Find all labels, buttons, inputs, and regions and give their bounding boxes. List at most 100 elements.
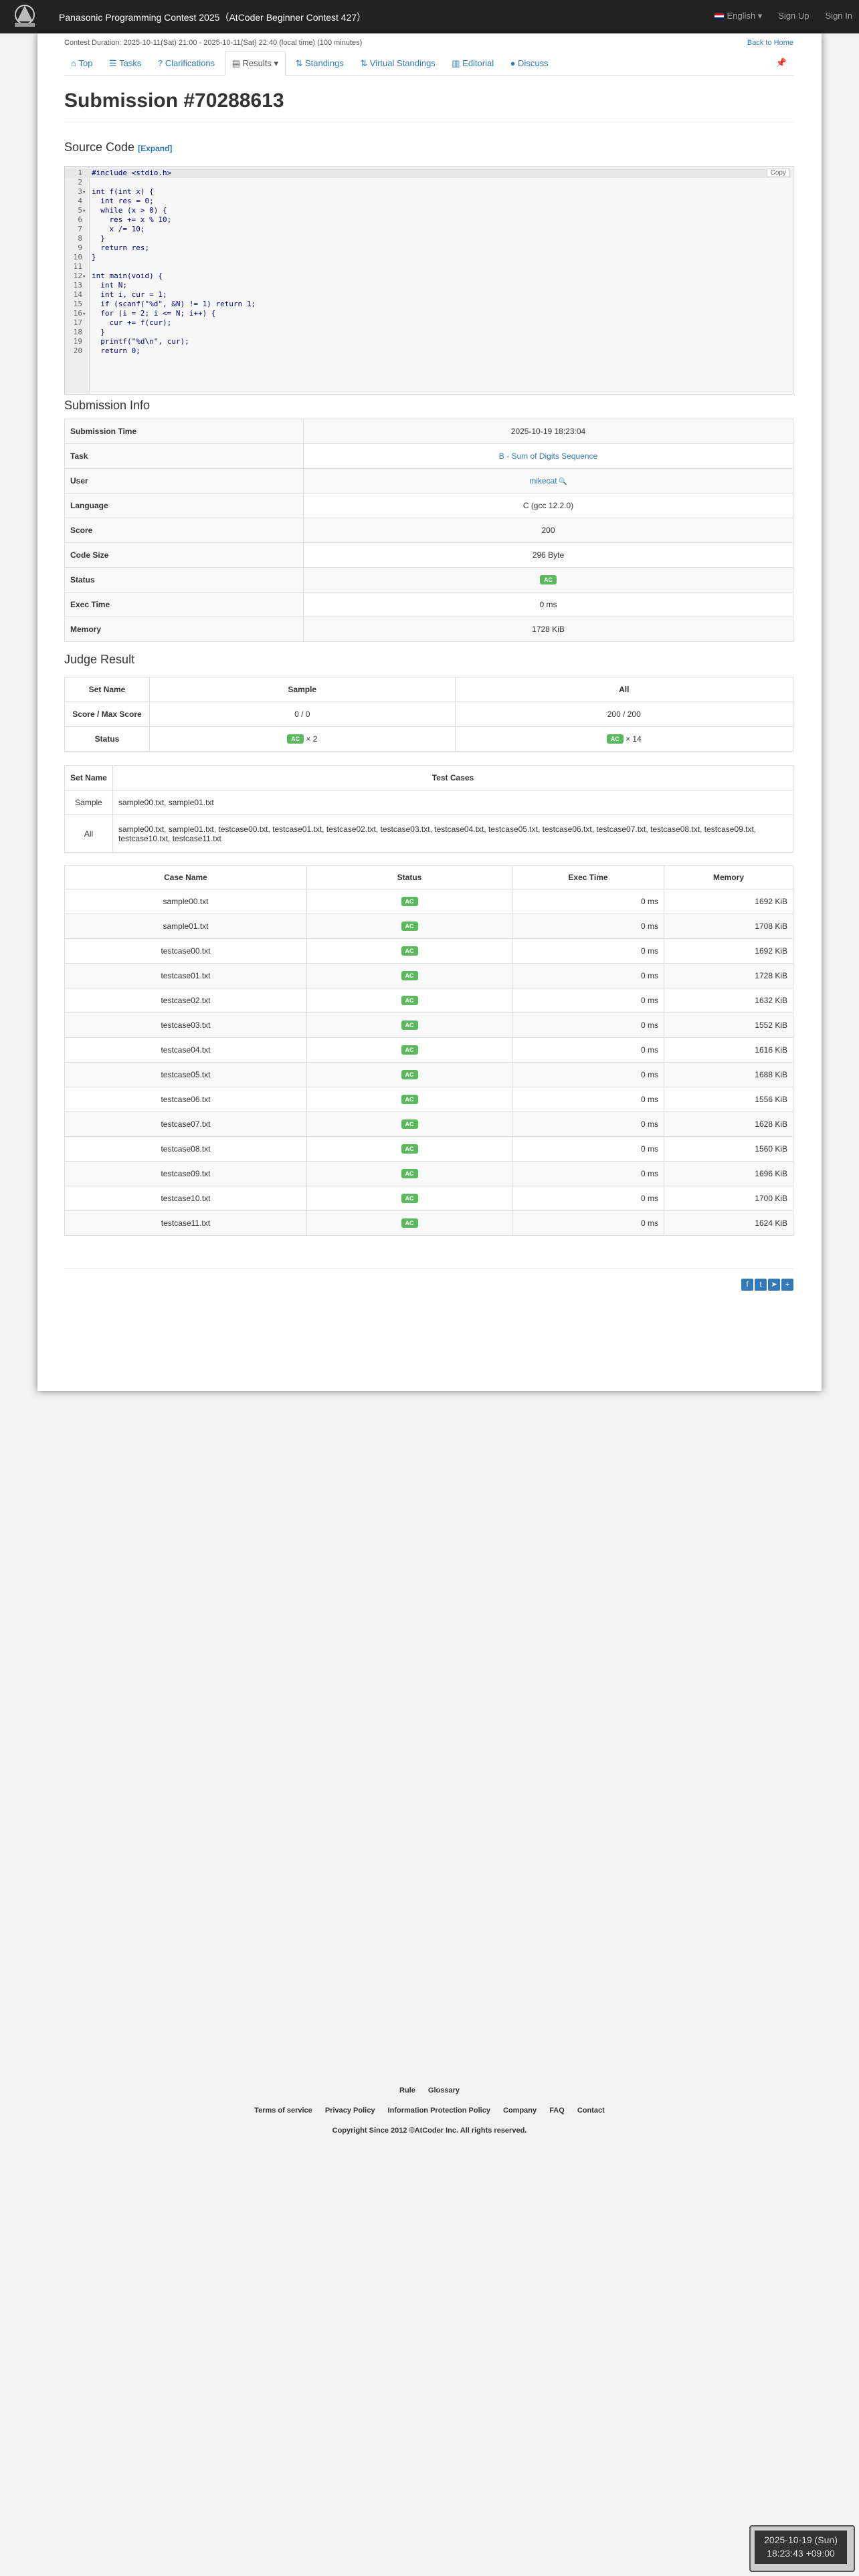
divider (64, 1268, 793, 1269)
sign-in-link[interactable]: Sign In (826, 11, 852, 21)
sign-up-link[interactable]: Sign Up (778, 11, 809, 21)
footer-link-glossary[interactable]: Glossary (428, 2086, 460, 2095)
tab-virtual-standings[interactable]: ⇅ Virtual Standings (353, 51, 442, 76)
footer-link-privacy[interactable]: Privacy Policy (325, 2107, 375, 2115)
language-select[interactable]: English ▾ (714, 11, 762, 21)
status-badge: AC (401, 1021, 418, 1031)
footer: Rule Glossary Terms of service Privacy P… (0, 2086, 859, 2147)
pin-icon[interactable]: 📌 (776, 58, 787, 68)
tab-results[interactable]: ▤ Results ▾ (224, 51, 286, 76)
code-text: int N; (92, 281, 127, 290)
line-number: 11 (73, 262, 82, 271)
case-name: testcase01.txt (64, 963, 307, 988)
footer-links-primary: Rule Glossary (0, 2086, 859, 2095)
status-badge: AC (401, 922, 418, 932)
telegram-icon[interactable]: ➤ (768, 1279, 780, 1291)
line-number: 20 (73, 346, 82, 355)
info-value-text: 1728 KiB (532, 625, 565, 634)
case-status: AC (306, 1037, 512, 1063)
code-line: 19 printf("%d\n", cur); (65, 337, 791, 346)
status-badge: AC (401, 946, 418, 956)
clock-date: 2025-10-19 (Sun) (764, 2535, 838, 2545)
info-label: Code Size (64, 542, 304, 568)
code-line: 15 if (scanf("%d", &N) != 1) return 1; (65, 300, 791, 309)
set-cases: sample00.txt, sample01.txt, testcase00.t… (112, 815, 793, 853)
case-name: testcase02.txt (64, 988, 307, 1013)
tab-discuss[interactable]: ● Discuss (504, 51, 555, 75)
case-exec-time: 0 ms (512, 1186, 664, 1211)
contest-tabs: ⌂ Top ☰ Tasks ? Clarifications ▤ Results… (64, 51, 793, 76)
fold-icon[interactable]: ▾ (82, 207, 89, 216)
case-memory: 1628 KiB (664, 1111, 793, 1137)
facebook-icon[interactable]: f (741, 1279, 753, 1291)
contest-title[interactable]: Panasonic Programming Contest 2025（AtCod… (59, 11, 366, 24)
footer-link-contact[interactable]: Contact (577, 2107, 605, 2115)
footer-link-rule[interactable]: Rule (399, 2086, 415, 2095)
code-text: res += x % 10; (92, 215, 172, 224)
case-exec-time: 0 ms (512, 1087, 664, 1112)
uk-flag-icon (714, 13, 725, 20)
col-all: All (454, 677, 794, 702)
table-icon: ▤ (231, 58, 243, 68)
case-name: testcase00.txt (64, 938, 307, 964)
fold-icon[interactable]: ▾ (82, 310, 89, 319)
clock-time: 18:23:43 +09:00 (767, 2548, 835, 2559)
status-badge: AC (540, 575, 557, 585)
footer-link-info-protection[interactable]: Information Protection Policy (388, 2107, 490, 2115)
clock-display: 2025-10-19 (Sun) 18:23:43 +09:00 (755, 2531, 847, 2564)
status-badge: AC (287, 734, 304, 744)
fold-icon[interactable]: ▾ (82, 272, 89, 282)
tab-clarifications[interactable]: ? Clarifications (151, 51, 221, 75)
tab-tasks[interactable]: ☰ Tasks (102, 51, 149, 76)
footer-link-terms[interactable]: Terms of service (254, 2107, 312, 2115)
set-name: All (64, 815, 113, 853)
case-status: AC (306, 1111, 512, 1137)
code-text: x /= 10; (92, 225, 145, 233)
table-row: testcase03.txt AC 0 ms 1552 KiB (64, 1012, 793, 1038)
info-row: Memory 1728 KiB (64, 617, 793, 642)
case-memory: 1616 KiB (664, 1037, 793, 1063)
book-icon: ▥ (452, 58, 463, 68)
case-memory: 1552 KiB (664, 1012, 793, 1038)
plus-icon[interactable]: + (781, 1279, 793, 1291)
back-home-link[interactable]: Back to Home (747, 39, 793, 47)
footer-link-company[interactable]: Company (503, 2107, 537, 2115)
info-row: Status AC (64, 567, 793, 593)
case-name: sample01.txt (64, 914, 307, 939)
info-value-text[interactable]: B - Sum of Digits Sequence (499, 451, 597, 461)
submission-info-table: Submission Time 2025-10-19 18:23:04 Task B … (64, 419, 793, 642)
source-code-block[interactable]: 1 #include <stdio.h> 2 3▾ int f(int x) {4 in… (64, 166, 793, 395)
copy-button[interactable]: Copy (766, 169, 790, 177)
twitter-icon[interactable]: t (755, 1279, 767, 1291)
expand-link[interactable]: [Expand] (138, 144, 172, 153)
table-row: testcase10.txt AC 0 ms 1700 KiB (64, 1186, 793, 1211)
line-number: 3 (78, 187, 82, 196)
line-number: 14 (73, 290, 82, 299)
case-memory: 1632 KiB (664, 988, 793, 1013)
case-name: testcase07.txt (64, 1111, 307, 1137)
search-icon[interactable]: 🔍 (557, 478, 567, 486)
info-value-text: 296 Byte (532, 550, 565, 560)
tab-editorial[interactable]: ▥ Editorial (445, 51, 500, 76)
info-row: Language C (gcc 12.2.0) (64, 493, 793, 518)
info-value: 2025-10-19 18:23:04 (303, 419, 793, 444)
code-line: 7 x /= 10; (65, 225, 791, 234)
case-exec-time: 0 ms (512, 1111, 664, 1137)
code-line: 3▾ int f(int x) { (65, 187, 791, 197)
col-status: Status (306, 865, 512, 889)
fixed-clock: 2025-10-19 (Sun) 18:23:43 +09:00 (749, 2525, 855, 2572)
info-label: Exec Time (64, 592, 304, 617)
fold-icon[interactable]: ▾ (82, 188, 89, 197)
case-status: AC (306, 1012, 512, 1038)
col-set-name: Set Name (64, 677, 150, 702)
case-memory: 1728 KiB (664, 963, 793, 988)
atcoder-logo-icon[interactable] (7, 1, 43, 32)
tab-top[interactable]: ⌂ Top (64, 51, 99, 75)
judge-result-heading: Judge Result (64, 653, 135, 666)
info-value-text[interactable]: mikecat (529, 476, 557, 486)
code-line: 14 int i, cur = 1; (65, 290, 791, 300)
footer-link-faq[interactable]: FAQ (549, 2107, 565, 2115)
case-memory: 1700 KiB (664, 1186, 793, 1211)
tab-standings[interactable]: ⇅ Standings (288, 51, 350, 76)
